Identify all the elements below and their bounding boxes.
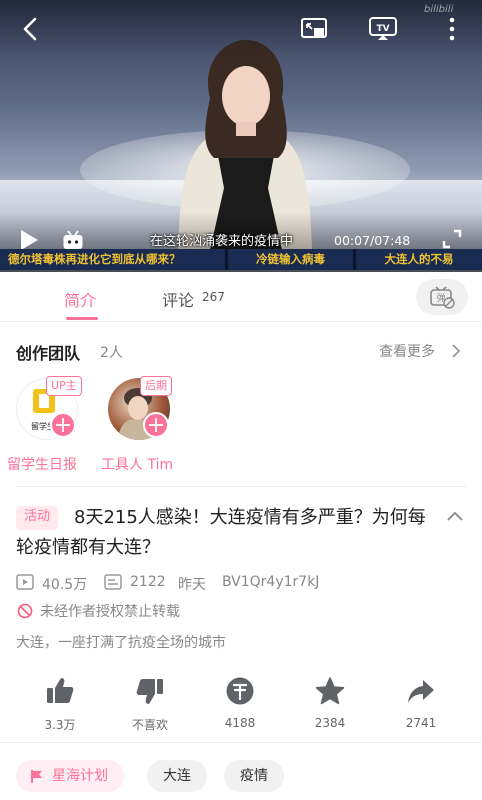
video-subtitle: 在这轮汹涌袭来的疫情中 <box>150 234 294 249</box>
bvid: BV1Qr4y1r7kJ <box>222 574 320 590</box>
repost-notice: 未经作者授权禁止转载 <box>40 604 180 620</box>
video-description: 大连，一座打满了抗疫全场的城市 <box>16 635 226 651</box>
tag-chip-epidemic[interactable]: 疫情 <box>224 760 284 792</box>
view-count: 40.5万 <box>42 577 88 593</box>
bilibili-watermark: bilibili <box>424 4 454 15</box>
video-top-shade <box>0 0 482 60</box>
logo-mark-inner <box>39 394 49 408</box>
favorite-count: 2384 <box>314 716 346 730</box>
share-button[interactable]: 2741 <box>391 676 451 730</box>
dislike-icon <box>136 679 163 704</box>
publish-date: 昨天 <box>178 577 206 593</box>
ticker-item: 德尔塔毒株再进化它到底从哪来？ <box>0 249 228 270</box>
tab-bar: 简介 评论 267 弹 <box>0 272 482 322</box>
like-icon <box>47 678 74 703</box>
back-icon[interactable] <box>20 16 40 42</box>
section-divider <box>16 486 466 487</box>
flag-icon <box>31 770 42 783</box>
coin-count: 4188 <box>224 716 256 730</box>
news-ticker: 德尔塔毒株再进化它到底从哪来？ 冷链输入病毒 大连人的不易 <box>0 249 482 270</box>
star-icon <box>315 677 345 705</box>
more-menu-icon[interactable] <box>444 16 460 42</box>
dislike-label: 不喜欢 <box>131 718 168 732</box>
tab-comment[interactable]: 评论 <box>162 287 194 311</box>
coin-icon <box>226 677 254 705</box>
danmaku-tv-icon[interactable] <box>62 230 84 250</box>
ticker-item: 大连人的不易 <box>384 252 454 266</box>
section-divider <box>0 742 482 743</box>
tag-label: 大连 <box>163 768 191 784</box>
share-count: 2741 <box>405 716 437 730</box>
activity-tag[interactable]: 活动 <box>16 506 59 530</box>
collapse-chevron-icon[interactable] <box>446 510 464 522</box>
no-repost-icon <box>17 603 33 619</box>
tab-indicator <box>66 317 98 320</box>
mini-window-icon[interactable] <box>300 17 328 41</box>
tab-intro[interactable]: 简介 <box>64 287 96 311</box>
role-badge-post: 后期 <box>140 376 172 396</box>
svg-text:TV: TV <box>376 24 389 34</box>
tv-cast-icon[interactable]: TV <box>368 16 398 42</box>
like-count: 3.3万 <box>44 718 76 732</box>
favorite-button[interactable]: 2384 <box>300 676 360 730</box>
like-button[interactable]: 3.3万 <box>30 676 90 733</box>
team-title: 创作团队 <box>16 344 81 363</box>
fullscreen-icon[interactable] <box>442 229 462 249</box>
video-player[interactable]: TV bilibili 在这轮汹涌袭来的疫情中 00:07/07:48 德尔塔毒… <box>0 0 482 272</box>
tag-chip-dalian[interactable]: 大连 <box>147 760 207 792</box>
member-name[interactable]: 工具人 Tim <box>101 454 173 474</box>
follow-plus-button[interactable]: + <box>50 412 76 438</box>
tag-label: 疫情 <box>240 768 268 784</box>
tag-label: 星海计划 <box>52 768 108 784</box>
danmaku-off-icon: 弹 <box>430 286 455 309</box>
video-time: 00:07/07:48 <box>334 233 411 248</box>
coin-button[interactable]: 4188 <box>210 676 270 730</box>
dislike-button[interactable]: 不喜欢 <box>120 676 180 733</box>
danmaku-toggle-button[interactable]: 弹 <box>416 279 468 315</box>
member-name[interactable]: 留学生日报 <box>7 454 77 474</box>
team-count: 2人 <box>100 345 123 361</box>
comment-count: 267 <box>202 290 225 304</box>
chevron-right-icon[interactable] <box>450 343 462 359</box>
tag-chip-xinghai[interactable]: 星海计划 <box>16 760 124 792</box>
danmaku-count-icon <box>104 574 122 590</box>
share-icon <box>408 680 434 703</box>
views-icon <box>16 574 34 590</box>
video-title: 8天215人感染！大连疫情有多严重？为何每轮疫情都有大连？ <box>16 507 426 558</box>
danmaku-count: 2122 <box>130 574 166 590</box>
role-badge-up: UP主 <box>46 376 82 396</box>
see-more-link[interactable]: 查看更多 <box>379 341 435 361</box>
ticker-item: 冷链输入病毒 <box>228 249 356 270</box>
follow-plus-button[interactable]: + <box>143 412 169 438</box>
